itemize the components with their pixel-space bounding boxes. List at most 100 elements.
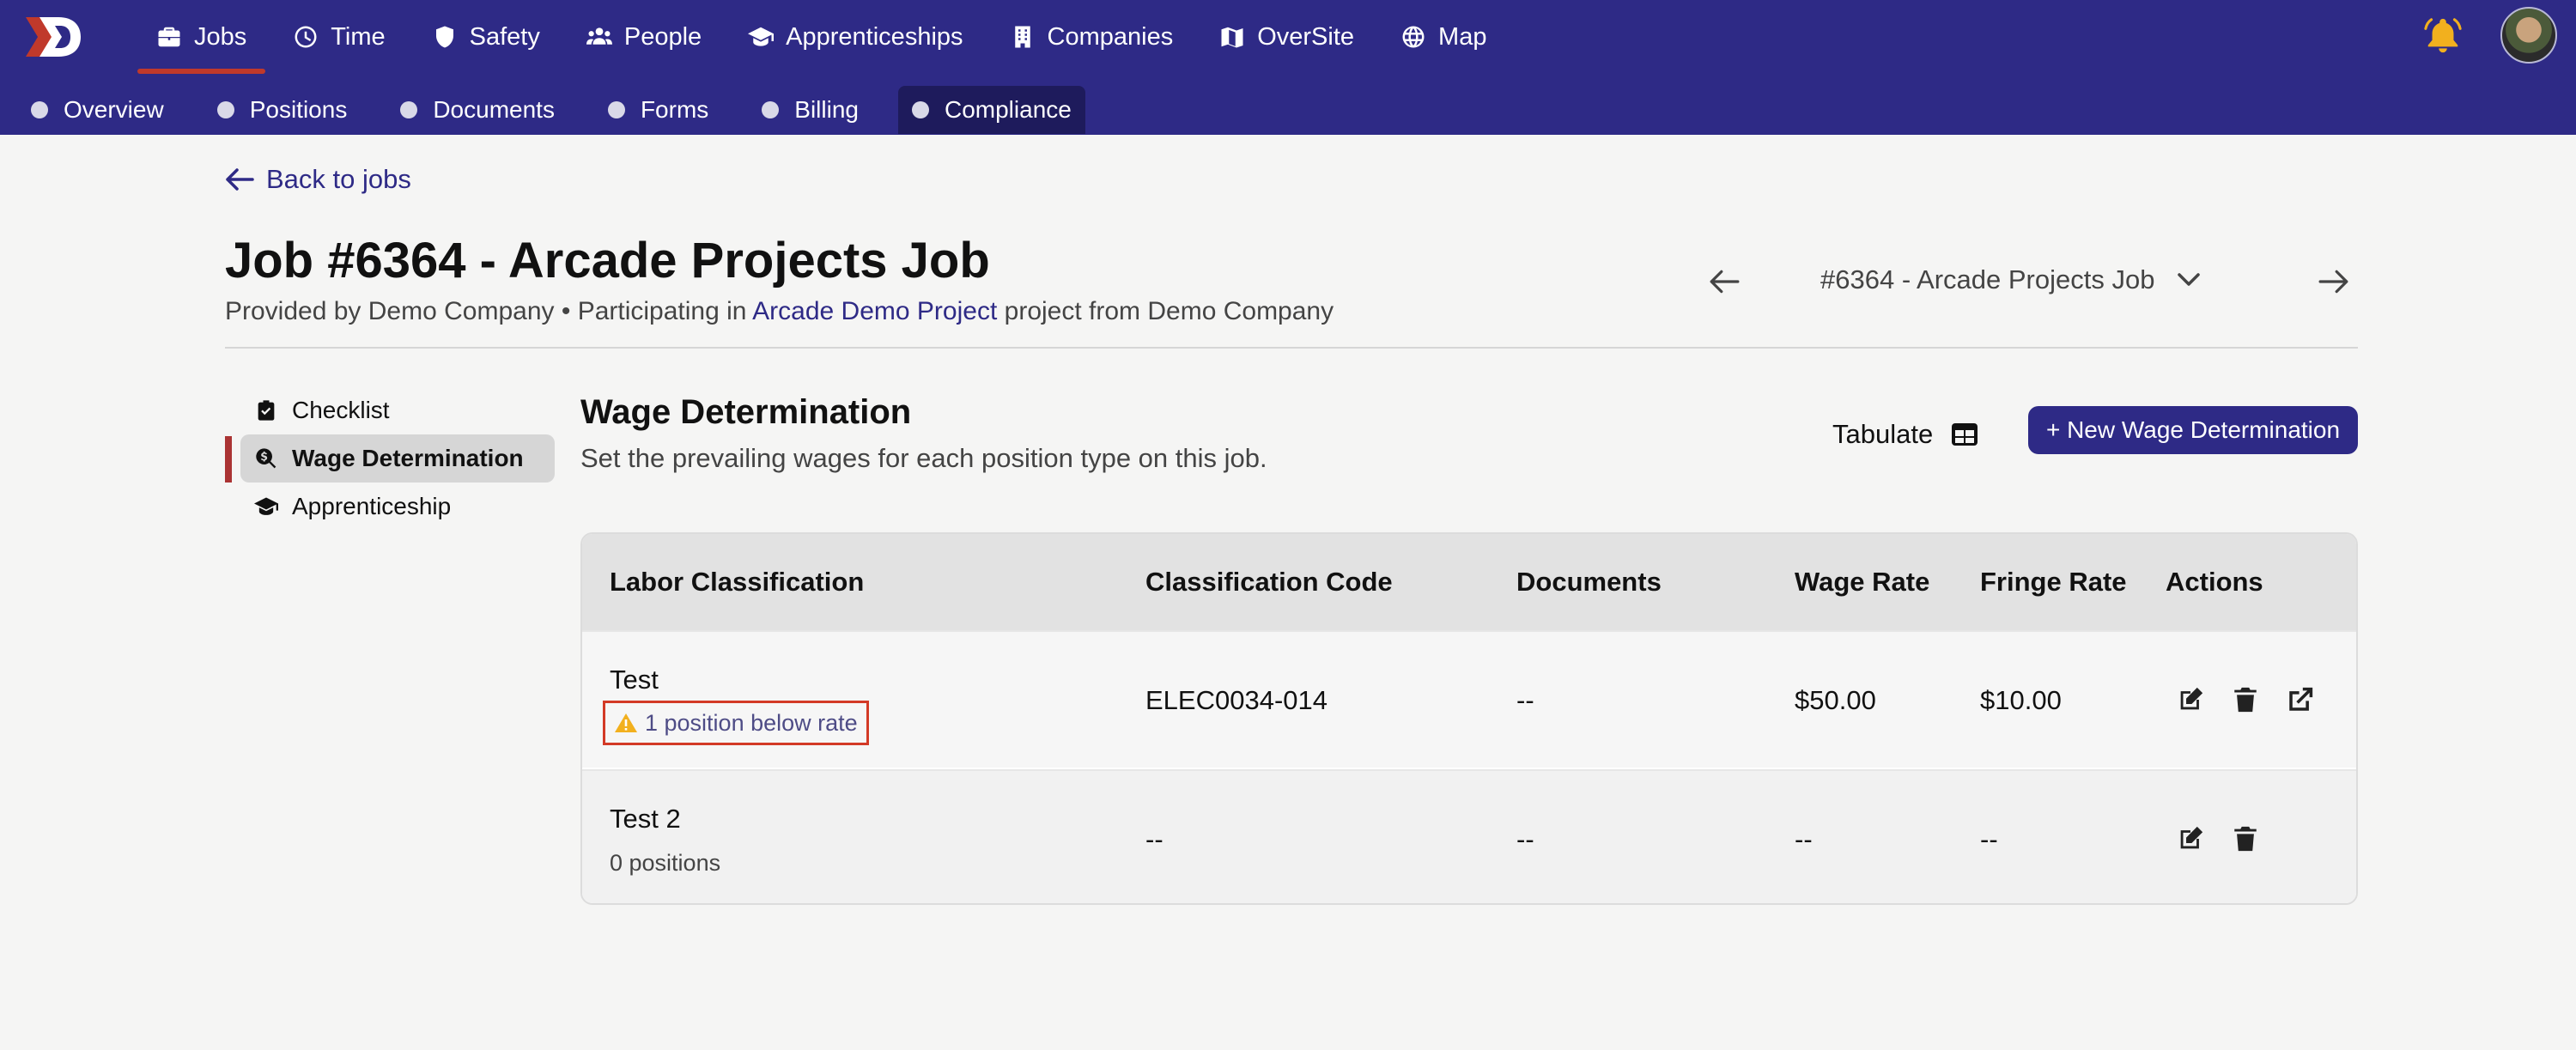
edit-icon[interactable] <box>2176 685 2205 714</box>
divider <box>225 347 2358 349</box>
arrow-left-icon <box>226 168 254 191</box>
graduation-cap-icon <box>254 497 278 515</box>
tab-positions-label: Positions <box>249 96 348 123</box>
nav-people-label: People <box>623 22 702 51</box>
dot-icon <box>216 101 234 118</box>
side-item-wage-determination[interactable]: Wage Determination <box>240 434 555 483</box>
below-rate-warning-text: 1 position below rate <box>645 709 858 736</box>
column-header: Fringe Rate <box>1980 567 2127 597</box>
table-row[interactable]: Test 1 position below rate ELEC0034-014 … <box>582 630 2356 768</box>
tab-forms-label: Forms <box>640 96 709 123</box>
nav-safety-label: Safety <box>469 22 540 51</box>
back-link-label: Back to jobs <box>266 164 411 194</box>
fringe-rate-value: -- <box>1980 824 1998 854</box>
tab-compliance[interactable]: Compliance <box>897 86 1085 134</box>
external-link-icon[interactable] <box>2286 685 2315 714</box>
section-subtitle: Set the prevailing wages for each positi… <box>580 443 1267 473</box>
top-navigation-bar: Jobs Time Safety People Apprenticeships … <box>0 0 2576 135</box>
job-subtitle: Provided by Demo Company • Participating… <box>225 297 1334 326</box>
section-title: Wage Determination <box>580 393 912 431</box>
column-header: Documents <box>1516 567 1662 597</box>
job-select[interactable]: #6364 - Arcade Projects Job <box>1820 264 2201 295</box>
nav-oversite-label: OverSite <box>1257 22 1355 51</box>
building-icon <box>1014 26 1030 48</box>
side-item-apprenticeship[interactable]: Apprenticeship <box>225 483 555 531</box>
table-header: Labor Classification Classification Code… <box>582 534 2356 630</box>
classification-code: ELEC0034-014 <box>1145 685 1327 715</box>
documents-value: -- <box>1516 824 1534 854</box>
tab-overview[interactable]: Overview <box>17 86 178 134</box>
compliance-side-menu: Checklist Wage Determination Apprentices… <box>225 386 555 531</box>
job-switcher: #6364 - Arcade Projects Job <box>1709 258 2358 309</box>
page-title: Job #6364 - Arcade Projects Job <box>225 233 990 288</box>
tab-forms[interactable]: Forms <box>594 86 722 134</box>
user-avatar[interactable] <box>2500 7 2557 64</box>
nav-oversite[interactable]: OverSite <box>1200 0 1373 74</box>
wage-rate-value: $50.00 <box>1795 685 1876 715</box>
nav-jobs-label: Jobs <box>194 22 247 51</box>
tab-billing[interactable]: Billing <box>748 86 872 134</box>
nav-apprenticeships[interactable]: Apprenticeships <box>729 0 981 74</box>
column-header: Labor Classification <box>610 567 865 597</box>
search-dollar-icon <box>256 448 276 469</box>
nav-companies[interactable]: Companies <box>991 0 1193 74</box>
classification-code: -- <box>1145 824 1163 854</box>
warning-icon <box>615 713 637 732</box>
participating-prefix: Participating in <box>577 297 747 325</box>
dot-icon <box>607 101 625 118</box>
nav-apprenticeships-label: Apprenticeships <box>786 22 963 51</box>
tab-compliance-label: Compliance <box>944 96 1072 123</box>
nav-time-label: Time <box>331 22 386 51</box>
job-select-value: #6364 - Arcade Projects Job <box>1820 264 2155 294</box>
trash-icon[interactable] <box>2231 824 2260 853</box>
dot-icon <box>400 101 418 118</box>
briefcase-icon <box>158 27 180 47</box>
company-logo[interactable] <box>24 15 82 58</box>
nav-jobs[interactable]: Jobs <box>137 0 266 74</box>
previous-job-arrow-icon[interactable] <box>1709 268 1740 295</box>
dot-icon <box>762 101 780 118</box>
dot-icon <box>31 101 48 118</box>
side-item-checklist-label: Checklist <box>292 397 390 423</box>
graduation-cap-icon <box>748 27 775 46</box>
below-rate-warning[interactable]: 1 position below rate <box>603 701 869 745</box>
tabulate-button[interactable]: Tabulate <box>1832 419 1979 450</box>
table-row[interactable]: Test 2 0 positions -- -- -- -- <box>582 769 2356 903</box>
project-link[interactable]: Arcade Demo Project <box>752 297 997 325</box>
nav-map[interactable]: Map <box>1382 0 1505 74</box>
nav-map-label: Map <box>1438 22 1487 51</box>
map-fold-icon <box>1221 27 1243 48</box>
notification-bell-icon[interactable] <box>2423 15 2463 55</box>
column-header: Wage Rate <box>1795 567 1930 597</box>
tab-documents[interactable]: Documents <box>386 86 568 134</box>
side-item-wage-determination-label: Wage Determination <box>292 445 524 471</box>
wage-rate-value: -- <box>1795 824 1813 854</box>
tab-billing-label: Billing <box>794 96 859 123</box>
tab-documents-label: Documents <box>433 96 555 123</box>
clock-icon <box>295 26 317 48</box>
labor-classification-name: Test <box>610 665 659 695</box>
nav-companies-label: Companies <box>1047 22 1174 51</box>
side-item-apprenticeship-label: Apprenticeship <box>292 493 452 519</box>
side-item-checklist[interactable]: Checklist <box>225 386 555 434</box>
back-to-jobs-link[interactable]: Back to jobs <box>225 164 411 195</box>
participating-suffix: project from Demo Company <box>1004 297 1334 325</box>
new-wage-determination-button[interactable]: + New Wage Determination <box>2028 406 2358 454</box>
tab-positions[interactable]: Positions <box>204 86 361 134</box>
edit-icon[interactable] <box>2176 824 2205 853</box>
tab-overview-label: Overview <box>64 96 164 123</box>
tabulate-label: Tabulate <box>1832 419 1934 449</box>
nav-people[interactable]: People <box>568 0 720 74</box>
active-indicator <box>225 436 232 483</box>
nav-safety[interactable]: Safety <box>413 0 559 74</box>
column-header: Actions <box>2166 567 2263 597</box>
table-icon <box>1952 423 1978 446</box>
separator-dot: • <box>561 297 578 325</box>
labor-classification-name: Test 2 <box>610 804 681 834</box>
column-header: Classification Code <box>1145 567 1393 597</box>
trash-icon[interactable] <box>2231 685 2260 714</box>
wage-determination-table: Labor Classification Classification Code… <box>580 532 2358 905</box>
nav-time[interactable]: Time <box>274 0 404 74</box>
people-icon <box>586 27 612 45</box>
next-job-arrow-icon[interactable] <box>2318 268 2349 295</box>
